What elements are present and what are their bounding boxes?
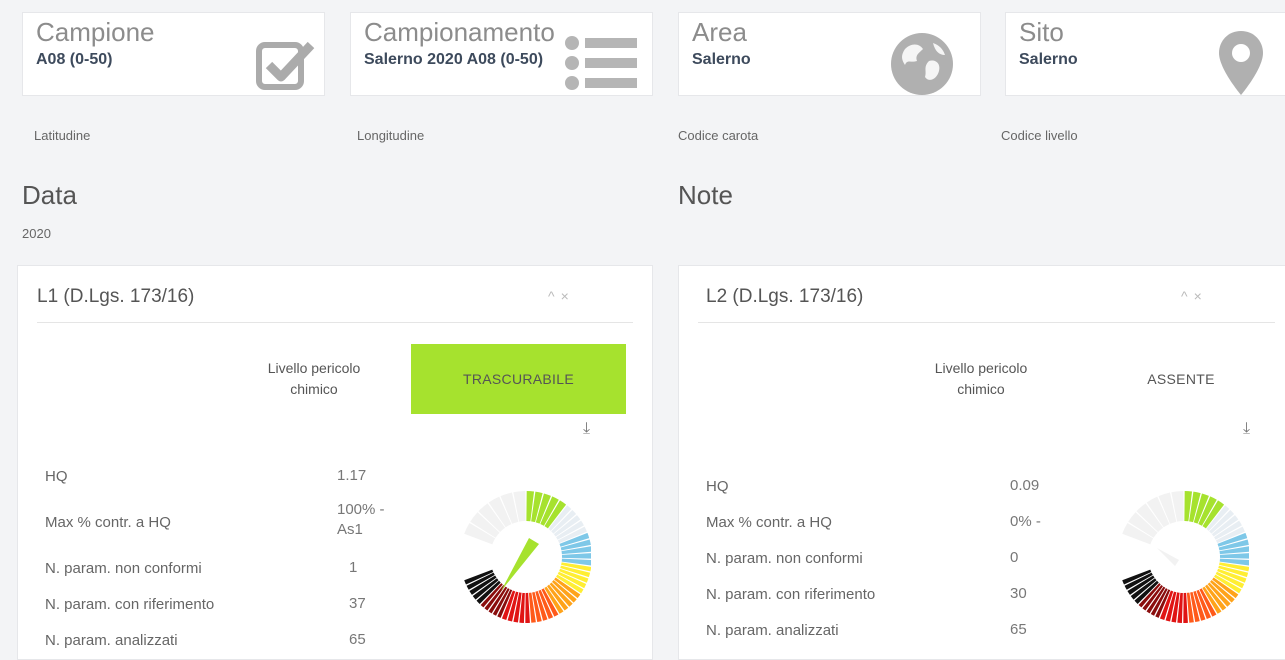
download-icon[interactable]: ⤓ (1243, 420, 1250, 438)
divider (698, 322, 1275, 323)
globe-icon (891, 33, 953, 95)
latitudine-label: Latitudine (34, 128, 91, 143)
gauge-segment (1219, 553, 1249, 559)
hq-value: 0.09 (1010, 477, 1040, 494)
stat-title: Sito (1019, 17, 1064, 47)
stat-title: Area (692, 17, 747, 47)
panel-title: L1 (D.Lgs. 173/16) (37, 286, 195, 307)
analizzati-value: 65 (349, 631, 366, 648)
hq-label: HQ (706, 478, 729, 495)
codice-carota-label: Codice carota (678, 128, 759, 143)
analizzati-label: N. param. analizzati (45, 632, 178, 649)
con-riferimento-label: N. param. con riferimento (706, 586, 876, 603)
list-icon (565, 36, 637, 90)
close-icon[interactable]: × (561, 288, 575, 304)
divider (37, 322, 633, 323)
non-conformi-label: N. param. non conformi (706, 550, 863, 567)
panel-title: L2 (D.Lgs. 173/16) (706, 286, 864, 307)
stat-value: Salerno (692, 51, 751, 68)
gauge-segment (561, 553, 591, 559)
data-label: Data (22, 180, 77, 210)
max-contr-label: Max % contr. a HQ (45, 514, 171, 531)
stat-title: Campionamento (364, 17, 555, 47)
checkbox-icon (256, 41, 315, 90)
non-conformi-value: 0 (1010, 549, 1019, 566)
stat-card-sito: Sito Salerno (1005, 12, 1285, 96)
livello-pericolo-label: Livello pericolo chimico (267, 360, 361, 397)
non-conformi-label: N. param. non conformi (45, 560, 202, 577)
collapse-icon[interactable]: ^ (548, 288, 561, 304)
hq-label: HQ (45, 468, 68, 485)
max-contr-label: Max % contr. a HQ (706, 514, 832, 531)
hazard-gauge (1122, 491, 1249, 623)
codice-livello-label: Codice livello (1001, 128, 1078, 143)
non-conformi-value: 1 (349, 559, 358, 576)
livello-pericolo-label: Livello pericolo chimico (934, 360, 1028, 397)
longitudine-label: Longitudine (357, 128, 425, 143)
stat-value: Salerno 2020 A08 (0-50) (364, 51, 544, 68)
hazard-gauge (464, 491, 591, 623)
max-contr-value: 0% - (1010, 513, 1041, 530)
max-contr-value: 100% - As1 (337, 501, 385, 538)
con-riferimento-value: 37 (349, 595, 366, 612)
collapse-icon[interactable]: ^ (1181, 288, 1194, 304)
gauge-segment (1183, 592, 1188, 623)
analizzati-value: 65 (1010, 621, 1027, 638)
map-pin-icon (1219, 31, 1263, 95)
analizzati-label: N. param. analizzati (706, 622, 839, 639)
stat-card-campionamento: Campionamento Salerno 2020 A08 (0-50) (350, 12, 653, 96)
close-icon[interactable]: × (1194, 288, 1208, 304)
stat-title: Campione (36, 17, 155, 47)
panel-tools: ^× (1181, 288, 1208, 304)
livello-pericolo-badge: TRASCURABILE (411, 344, 626, 414)
livello-pericolo-badge: ASSENTE (1076, 344, 1285, 414)
stat-value: Salerno (1019, 51, 1078, 68)
stat-card-area: Area Salerno (678, 12, 981, 96)
data-value: 2020 (22, 226, 51, 241)
note-label: Note (678, 180, 733, 210)
gauge-needle (1157, 548, 1179, 566)
con-riferimento-value: 30 (1010, 585, 1027, 602)
gauge-segment (525, 592, 530, 623)
download-icon[interactable]: ⤓ (583, 420, 590, 438)
panel-l2: L2 (D.Lgs. 173/16) ^× Livello pericolo c… (678, 265, 1285, 660)
hq-value: 1.17 (337, 467, 367, 484)
panel-tools: ^× (548, 288, 575, 304)
con-riferimento-label: N. param. con riferimento (45, 596, 215, 613)
stat-value: A08 (0-50) (36, 51, 113, 68)
panel-l1: L1 (D.Lgs. 173/16) ^× Livello pericolo c… (17, 265, 653, 660)
stat-card-campione: Campione A08 (0-50) (22, 12, 325, 96)
gauge-needle (501, 538, 539, 591)
